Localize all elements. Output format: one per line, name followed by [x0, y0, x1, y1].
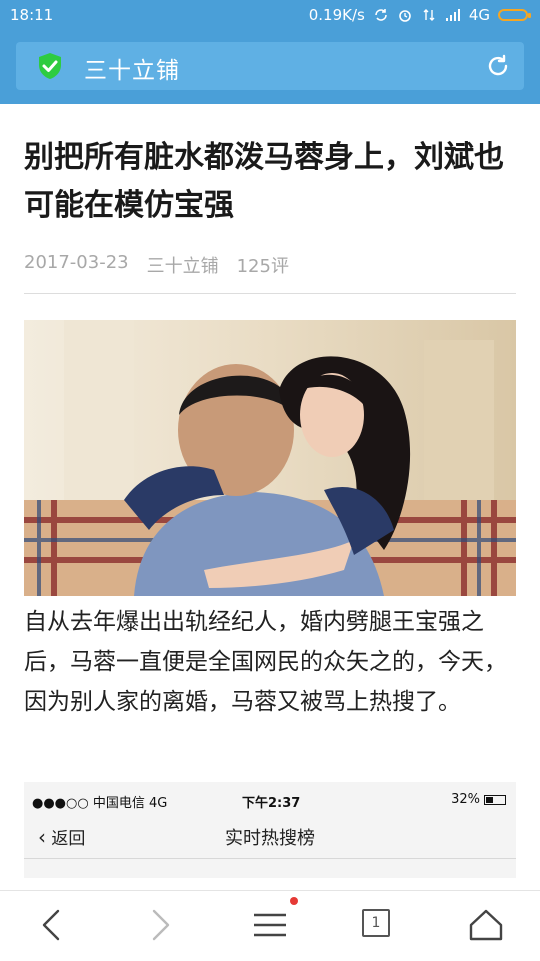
status-time: 18:11 [10, 6, 54, 24]
site-name: 三十立铺 [84, 58, 180, 84]
status-bar: 18:11 0.19K/s 4G [0, 0, 540, 32]
divider [24, 293, 516, 294]
back-icon[interactable] [32, 905, 72, 945]
embedded-battery: 32% [451, 792, 506, 807]
embedded-battery-percent: 32% [451, 792, 480, 807]
embedded-content-start [24, 878, 516, 890]
forward-icon[interactable] [140, 905, 180, 945]
embedded-battery-icon [484, 794, 506, 805]
embedded-carrier: ●●●○○ 中国电信 4G [32, 796, 168, 811]
alarm-icon [399, 10, 411, 22]
article-title: 别把所有脏水都泼马蓉身上，刘斌也可能在模仿宝强 [24, 140, 504, 223]
tabs-button[interactable]: 1 [362, 909, 390, 937]
home-icon[interactable] [466, 905, 506, 945]
data-transfer-icon [423, 9, 435, 21]
embedded-nav-bar: ‹ 返回 实时热搜榜 [24, 814, 516, 859]
article-photo [24, 320, 516, 596]
bottom-navigation: 1 [0, 890, 540, 961]
article-meta: 2017-03-23 三十立铺 125评 [24, 252, 289, 278]
browser-app-bar: 三十立铺 [0, 32, 540, 104]
article-content: 别把所有脏水都泼马蓉身上，刘斌也可能在模仿宝强 2017-03-23 三十立铺 … [0, 104, 540, 890]
embedded-status-bar: ●●●○○ 中国电信 4G 下午2:37 32% [24, 782, 516, 814]
article-paragraph: 自从去年爆出出轨经纪人，婚内劈腿王宝强之后，马蓉一直便是全国网民的众矢之的，今天… [24, 609, 507, 715]
refresh-icon[interactable] [484, 52, 512, 80]
sync-icon [375, 9, 387, 21]
article-date: 2017-03-23 [24, 252, 129, 273]
notification-badge [290, 897, 298, 905]
embedded-screenshot: ●●●○○ 中国电信 4G 下午2:37 32% ‹ 返回 实时热搜榜 [24, 782, 516, 890]
security-shield-icon [39, 53, 61, 79]
menu-icon[interactable] [250, 905, 290, 945]
signal-icon [445, 9, 460, 21]
status-icons: 0.19K/s 4G [308, 6, 531, 24]
battery-icon [498, 9, 531, 21]
embedded-nav-title: 实时热搜榜 [225, 828, 315, 849]
network-speed: 0.19K/s [308, 6, 365, 24]
article-source[interactable]: 三十立铺 [147, 252, 219, 278]
address-bar[interactable]: 三十立铺 [16, 42, 524, 90]
article-comments[interactable]: 125评 [237, 252, 289, 278]
embedded-time: 下午2:37 [242, 796, 301, 811]
network-type: 4G [468, 6, 490, 24]
